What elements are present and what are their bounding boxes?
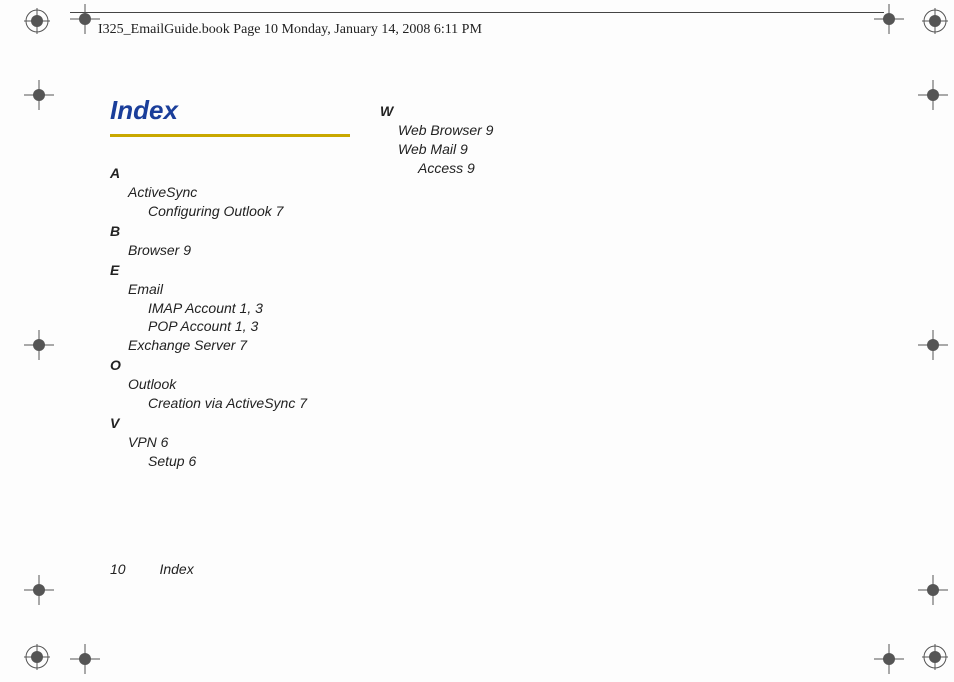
index-subentry: POP Account 1, 3 xyxy=(148,317,350,336)
index-subentry: IMAP Account 1, 3 xyxy=(148,299,350,318)
crop-mark-icon xyxy=(918,330,948,360)
index-subentry: Setup 6 xyxy=(148,452,350,471)
index-subentry: Access 9 xyxy=(418,159,620,178)
index-entry: Outlook xyxy=(128,375,350,394)
index-entry: Email xyxy=(128,280,350,299)
index-column-2: W Web Browser 9Web Mail 9Access 9 xyxy=(380,95,620,592)
registration-mark-icon xyxy=(922,644,948,670)
crop-mark-icon xyxy=(918,80,948,110)
index-letter: W xyxy=(380,103,620,119)
index-list-col1: A ActiveSyncConfiguring Outlook 7 B Browser… xyxy=(110,165,350,471)
page-footer: 10 Index xyxy=(110,561,194,577)
index-subentry: Configuring Outlook 7 xyxy=(148,202,350,221)
crop-mark-icon xyxy=(70,644,100,674)
crop-mark-icon xyxy=(874,644,904,674)
crop-mark-icon xyxy=(24,575,54,605)
registration-mark-icon xyxy=(24,8,50,34)
crop-mark-icon xyxy=(70,4,100,34)
index-subentry: Creation via ActiveSync 7 xyxy=(148,394,350,413)
index-entry: VPN 6 xyxy=(128,433,350,452)
index-entry: Browser 9 xyxy=(128,241,350,260)
index-entry: ActiveSync xyxy=(128,183,350,202)
page-number: 10 xyxy=(110,561,126,577)
index-letter: O xyxy=(110,357,350,373)
crop-mark-icon xyxy=(24,80,54,110)
footer-section-label: Index xyxy=(159,561,193,577)
crop-mark-icon xyxy=(24,330,54,360)
header-text: I325_EmailGuide.book Page 10 Monday, Jan… xyxy=(98,22,482,38)
header-rule xyxy=(70,12,884,13)
registration-mark-icon xyxy=(24,644,50,670)
page-title: Index xyxy=(110,95,350,137)
index-letter: E xyxy=(110,262,350,278)
index-entry: Web Browser 9 xyxy=(398,121,620,140)
index-column-1: Index A ActiveSyncConfiguring Outlook 7 BB… xyxy=(110,95,350,592)
index-letter: A xyxy=(110,165,350,181)
index-entry: Web Mail 9 xyxy=(398,140,620,159)
page-content: Index A ActiveSyncConfiguring Outlook 7 BB… xyxy=(110,95,894,592)
registration-mark-icon xyxy=(922,8,948,34)
crop-mark-icon xyxy=(918,575,948,605)
index-list-col2: W Web Browser 9Web Mail 9Access 9 xyxy=(380,103,620,178)
crop-mark-icon xyxy=(874,4,904,34)
index-entry: Exchange Server 7 xyxy=(128,336,350,355)
index-letter: B xyxy=(110,223,350,239)
index-letter: V xyxy=(110,415,350,431)
